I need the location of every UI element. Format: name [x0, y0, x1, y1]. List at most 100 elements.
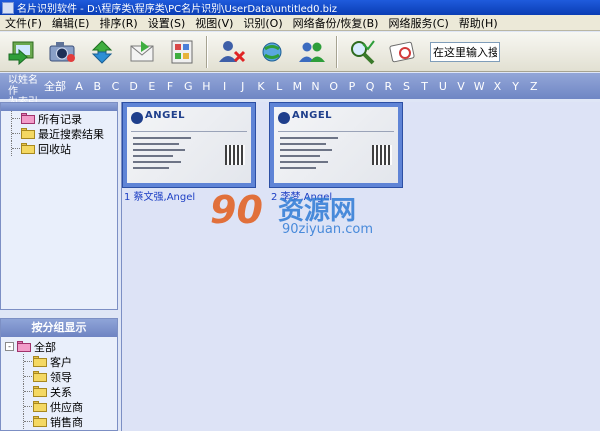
letter-filter-x[interactable]: X [488, 80, 506, 93]
letter-filter-h[interactable]: H [197, 80, 215, 93]
letter-filter-b[interactable]: B [88, 80, 106, 93]
send-mail-button[interactable] [124, 35, 160, 69]
group-item-supplier[interactable]: 供应商 [1, 399, 117, 414]
card-text-line [280, 167, 316, 169]
folder-icon [21, 143, 35, 154]
tree-item-recent-search[interactable]: 最近搜索结果 [1, 126, 117, 141]
business-card-thumbnail[interactable]: ANGEL [269, 102, 403, 188]
pink-folder-icon [17, 341, 31, 352]
card-text-line [133, 143, 179, 145]
letter-filter-n[interactable]: N [306, 80, 324, 93]
tree-item-label: 领导 [50, 370, 72, 384]
toolbar-separator [336, 35, 338, 68]
menu-help[interactable]: 帮助(H) [454, 15, 503, 31]
globe-refresh-icon [262, 42, 282, 61]
letter-filter-a[interactable]: A [70, 80, 88, 93]
import-image-button[interactable] [4, 35, 40, 69]
card-image: ANGEL [127, 107, 251, 183]
letter-filter-o[interactable]: O [325, 80, 343, 93]
layout-view-button[interactable] [164, 35, 200, 69]
delete-user-icon [219, 40, 246, 62]
group-contacts-button[interactable] [294, 35, 330, 69]
folder-icon [33, 416, 47, 427]
app-icon [2, 1, 14, 14]
letter-filter-r[interactable]: R [379, 80, 397, 93]
card-text-line [133, 155, 173, 157]
card-list-area: ANGEL 1 蔡文强,Angel ANGEL 2 李梦,Angel 90 资源… [121, 102, 600, 431]
letter-filter-w[interactable]: W [470, 80, 488, 93]
watermark-logo: 90 [210, 188, 263, 232]
collapse-toggle[interactable]: - [5, 342, 14, 351]
menu-edit[interactable]: 编辑(E) [47, 15, 95, 31]
network-refresh-button[interactable] [254, 35, 290, 69]
users-group-icon [299, 42, 325, 62]
group-item-leader[interactable]: 领导 [1, 369, 117, 384]
letter-filter-g[interactable]: G [179, 80, 197, 93]
sync-button[interactable] [84, 35, 120, 69]
tree-item-all-records[interactable]: 所有记录 [1, 111, 117, 126]
toolbar [0, 32, 600, 72]
letter-filter-s[interactable]: S [397, 80, 415, 93]
letter-filter-d[interactable]: D [125, 80, 143, 93]
letter-filter-t[interactable]: T [416, 80, 434, 93]
card-text-line [280, 161, 328, 163]
sort-by-name-label[interactable]: 以姓名作 为索引 [0, 74, 44, 108]
tree-connector [11, 111, 21, 126]
letter-filter-j[interactable]: J [234, 80, 252, 93]
letter-filter-f[interactable]: F [161, 80, 179, 93]
group-item-customer[interactable]: 客户 [1, 354, 117, 369]
letter-filter-u[interactable]: U [434, 80, 452, 93]
menu-view[interactable]: 视图(V) [190, 15, 238, 31]
business-card-thumbnail[interactable]: ANGEL [122, 102, 256, 188]
letter-filter-i[interactable]: I [216, 80, 234, 93]
card-caption[interactable]: 1 蔡文强,Angel [124, 188, 195, 203]
menu-backup-restore[interactable]: 网络备份/恢复(B) [288, 15, 384, 31]
folder-icon [33, 356, 47, 367]
letter-filter-m[interactable]: M [288, 80, 306, 93]
tree-item-recycle-bin[interactable]: 回收站 [1, 141, 117, 156]
letter-filter-p[interactable]: P [343, 80, 361, 93]
tree-item-label: 最近搜索结果 [38, 127, 104, 141]
search-input[interactable] [430, 41, 500, 62]
delete-contact-button[interactable] [214, 35, 250, 69]
letter-filter-y[interactable]: Y [507, 80, 525, 93]
letter-filter-q[interactable]: Q [361, 80, 379, 93]
grid-layout-icon [171, 40, 193, 63]
letter-filter-c[interactable]: C [106, 80, 124, 93]
tree-connector [11, 141, 21, 156]
card-stamp-icon [389, 41, 415, 62]
letter-filter-all[interactable]: 全部 [44, 78, 70, 94]
menu-file[interactable]: 文件(F) [0, 15, 47, 31]
letter-filter-k[interactable]: K [252, 80, 270, 93]
search-button[interactable] [344, 35, 380, 69]
tree-connector [23, 399, 33, 414]
folder-icon [21, 128, 35, 139]
qr-code-icon [372, 145, 392, 165]
menu-recognize[interactable]: 识别(O) [238, 15, 287, 31]
card-image: ANGEL [274, 107, 398, 183]
letter-filter-l[interactable]: L [270, 80, 288, 93]
card-view-button[interactable] [384, 35, 420, 69]
letter-filter-v[interactable]: V [452, 80, 470, 93]
records-tree-panel: 所有记录 最近搜索结果 回收站 [0, 102, 118, 310]
title-bar: 名片识别软件 - D:\程序类\程序类\PC名片识别\UserData\unti… [0, 0, 600, 15]
letter-filter-z[interactable]: Z [525, 80, 543, 93]
group-item-relation[interactable]: 关系 [1, 384, 117, 399]
menu-settings[interactable]: 设置(S) [143, 15, 191, 31]
menu-sort[interactable]: 排序(R) [94, 15, 142, 31]
group-root-all[interactable]: - 全部 [1, 339, 117, 354]
company-logo-icon [278, 112, 290, 124]
pink-folder-icon [21, 113, 35, 124]
group-item-dealer[interactable]: 销售商 [1, 414, 117, 429]
card-text-line [133, 137, 191, 139]
sync-arrows-icon [91, 39, 113, 64]
tree-connector [23, 384, 33, 399]
toolbar-separator [206, 35, 208, 68]
letter-filter-e[interactable]: E [143, 80, 161, 93]
folder-icon [33, 371, 47, 382]
letter-index-bar: 以姓名作 为索引 全部 A B C D E F G H I J K L M N … [0, 73, 600, 108]
menu-network-service[interactable]: 网络服务(C) [383, 15, 453, 31]
tree-item-label: 供应商 [50, 400, 83, 414]
tree-connector [11, 126, 21, 141]
scan-camera-button[interactable] [44, 35, 80, 69]
